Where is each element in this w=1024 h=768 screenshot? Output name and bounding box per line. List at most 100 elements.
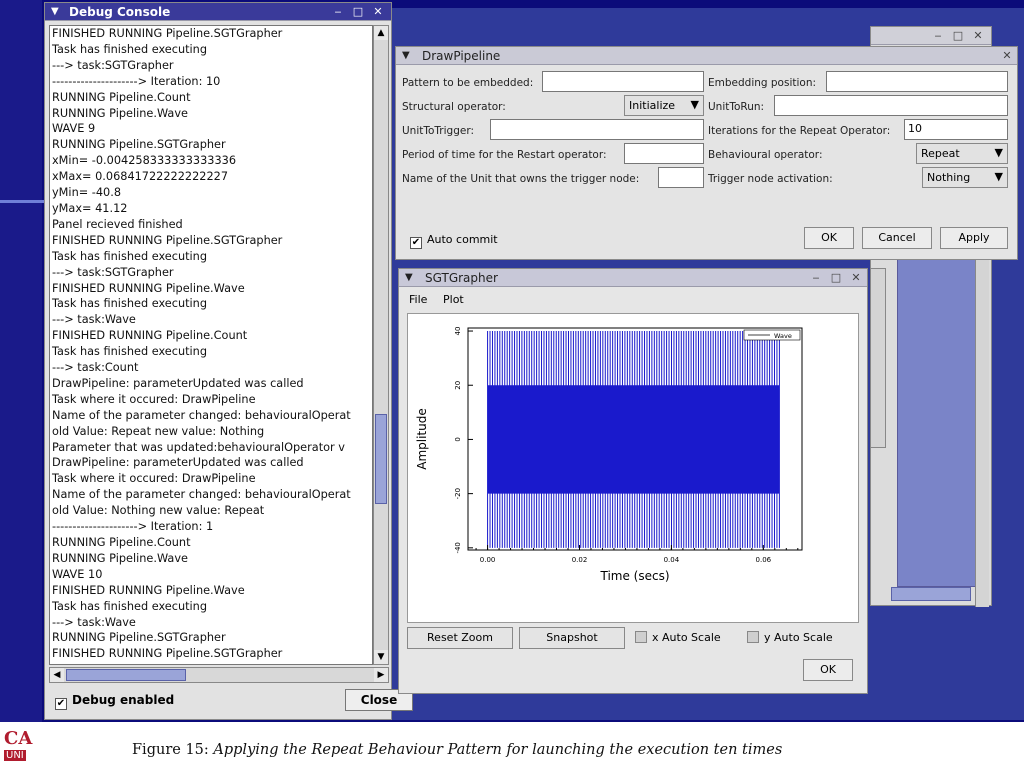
period-label: Period of time for the Restart operator: xyxy=(402,149,607,161)
x-tick-label: 0.00 xyxy=(480,556,496,564)
embedding-position-input[interactable] xyxy=(826,71,1008,92)
close-icon[interactable]: ✕ xyxy=(371,5,385,19)
log-line: RUNNING Pipeline.Count xyxy=(52,536,191,549)
structural-operator-value: Initialize xyxy=(629,99,676,112)
unit-to-trigger-input[interactable] xyxy=(490,119,704,140)
log-line: ---> task:SGTGrapher xyxy=(52,265,174,279)
unit-owner-input[interactable] xyxy=(658,167,704,188)
background-window-titlebar: ‒ □ ✕ xyxy=(871,27,991,45)
menu-plot[interactable]: Plot xyxy=(443,293,464,306)
minimize-icon[interactable]: ‒ xyxy=(931,29,945,43)
log-line: Task has finished executing xyxy=(52,297,208,311)
pattern-input[interactable] xyxy=(542,71,704,92)
log-line: Task where it occured: DrawPipeline xyxy=(52,392,256,406)
log-line: ---------------------> Iteration: 1 xyxy=(52,520,214,534)
log-line: old Value: Nothing new value: Repeat xyxy=(52,504,265,518)
auto-commit-checkbox[interactable]: ✔ Auto commit xyxy=(410,233,498,249)
log-line: FINISHED RUNNING Pipeline.SGTGrapher xyxy=(52,27,283,40)
log-line: Panel recieved finished xyxy=(52,217,183,231)
close-icon[interactable]: ✕ xyxy=(971,29,985,43)
apply-button[interactable]: Apply xyxy=(940,227,1008,249)
maximize-icon[interactable]: □ xyxy=(829,271,843,285)
log-line: old Value: Repeat new value: Nothing xyxy=(52,424,265,438)
y-tick-label: -20 xyxy=(454,488,462,499)
draw-pipeline-titlebar: ▼ DrawPipeline ✕ xyxy=(396,47,1017,65)
period-input[interactable] xyxy=(624,143,704,164)
log-line: ---> task:Count xyxy=(52,361,139,375)
scroll-left-icon[interactable]: ◀ xyxy=(50,668,64,682)
window-title: DrawPipeline xyxy=(422,49,501,63)
sgt-side-scrollbar[interactable] xyxy=(870,268,886,448)
minimize-icon[interactable]: ‒ xyxy=(809,271,823,285)
maximize-icon[interactable]: □ xyxy=(951,29,965,43)
log-line: DrawPipeline: parameterUpdated was calle… xyxy=(52,456,304,470)
log-line: Task where it occured: DrawPipeline xyxy=(52,472,256,486)
x-auto-scale-checkbox[interactable]: x Auto Scale xyxy=(635,631,721,644)
ok-button[interactable]: OK xyxy=(803,659,853,681)
iterations-input[interactable]: 10 xyxy=(904,119,1008,140)
checkbox-unchecked-icon[interactable] xyxy=(747,631,759,643)
window-title: Debug Console xyxy=(69,5,171,19)
reset-zoom-button[interactable]: Reset Zoom xyxy=(407,627,513,649)
dropdown-caret-icon: ▼ xyxy=(994,170,1003,183)
log-line: Task has finished executing xyxy=(52,345,208,359)
x-tick-label: 0.02 xyxy=(572,556,588,564)
log-line: ---> task:Wave xyxy=(52,313,136,327)
log-line: ---> task:SGTGrapher xyxy=(52,58,174,72)
log-line: yMin= -40.8 xyxy=(52,186,122,200)
log-line: RUNNING Pipeline.SGTGrapher xyxy=(52,138,226,152)
log-line: yMax= 41.12 xyxy=(52,201,128,215)
structural-operator-select[interactable]: Initialize ▼ xyxy=(624,95,704,116)
scroll-thumb[interactable] xyxy=(66,669,186,681)
scroll-right-icon[interactable]: ▶ xyxy=(374,668,388,682)
menu-bar: File Plot xyxy=(399,291,867,309)
plot-area[interactable]: 0.00 0.02 0.04 0.06 40 20 0 -20 -40 Time (secs) Am… xyxy=(407,313,859,623)
snapshot-button[interactable]: Snapshot xyxy=(519,627,625,649)
behavioural-operator-select[interactable]: Repeat ▼ xyxy=(916,143,1008,164)
cancel-button[interactable]: Cancel xyxy=(862,227,932,249)
x-tick-label: 0.06 xyxy=(756,556,772,564)
close-icon[interactable]: ✕ xyxy=(1000,49,1014,63)
sgt-grapher-titlebar: ▼ SGTGrapher ‒ □ ✕ xyxy=(399,269,867,287)
log-line: Name of the parameter changed: behaviour… xyxy=(52,408,351,422)
checkbox-unchecked-icon[interactable] xyxy=(635,631,647,643)
log-line: Task has finished executing xyxy=(52,249,208,263)
window-menu-icon[interactable]: ▼ xyxy=(402,50,414,62)
debug-console-window: ▼ Debug Console ‒ □ ✕ FINISHED RUNNING P… xyxy=(44,2,413,720)
minimize-icon[interactable]: ‒ xyxy=(331,5,345,19)
log-line: DrawPipeline: parameterUpdated was calle… xyxy=(52,376,304,390)
trigger-activation-select[interactable]: Nothing ▼ xyxy=(922,167,1008,188)
auto-commit-label: Auto commit xyxy=(427,233,498,246)
slide-accent-line xyxy=(0,200,46,203)
x-axis-label: Time (secs) xyxy=(599,569,669,583)
behavioural-operator-label: Behavioural operator: xyxy=(708,149,823,161)
logo-subtext: UNI xyxy=(4,750,26,761)
scroll-thumb[interactable] xyxy=(375,414,387,504)
scroll-up-icon[interactable]: ▲ xyxy=(374,26,388,40)
unit-to-run-input[interactable] xyxy=(774,95,1008,116)
window-menu-icon[interactable]: ▼ xyxy=(405,272,417,284)
y-auto-scale-checkbox[interactable]: y Auto Scale xyxy=(747,631,833,644)
slide-left-band xyxy=(0,0,42,722)
debug-enabled-label: Debug enabled xyxy=(72,693,175,707)
checkbox-checked-icon[interactable]: ✔ xyxy=(55,698,67,710)
maximize-icon[interactable]: □ xyxy=(351,5,365,19)
background-window-hscroll-thumb[interactable] xyxy=(891,587,971,601)
scroll-down-icon[interactable]: ▼ xyxy=(374,650,388,664)
debug-horizontal-scrollbar[interactable]: ◀ ▶ xyxy=(49,667,389,683)
debug-enabled-checkbox[interactable]: ✔ Debug enabled xyxy=(55,693,174,710)
caption-label: Figure 15: xyxy=(132,742,209,758)
checkbox-checked-icon[interactable]: ✔ xyxy=(410,237,422,249)
log-line: Name of the parameter changed: behaviour… xyxy=(52,488,351,502)
unit-to-run-label: UnitToRun: xyxy=(708,101,765,113)
window-menu-icon[interactable]: ▼ xyxy=(51,6,63,18)
log-line: RUNNING Pipeline.Wave xyxy=(52,551,188,565)
menu-file[interactable]: File xyxy=(409,293,427,306)
ok-button[interactable]: OK xyxy=(804,227,854,249)
dropdown-caret-icon: ▼ xyxy=(994,146,1003,159)
close-icon[interactable]: ✕ xyxy=(849,271,863,285)
y-tick-label: 0 xyxy=(454,437,462,441)
window-title: SGTGrapher xyxy=(425,271,498,285)
debug-log-textarea[interactable]: FINISHED RUNNING Pipeline.SGTGrapher Task… xyxy=(49,25,373,665)
debug-vertical-scrollbar[interactable]: ▲ ▼ xyxy=(373,25,389,665)
